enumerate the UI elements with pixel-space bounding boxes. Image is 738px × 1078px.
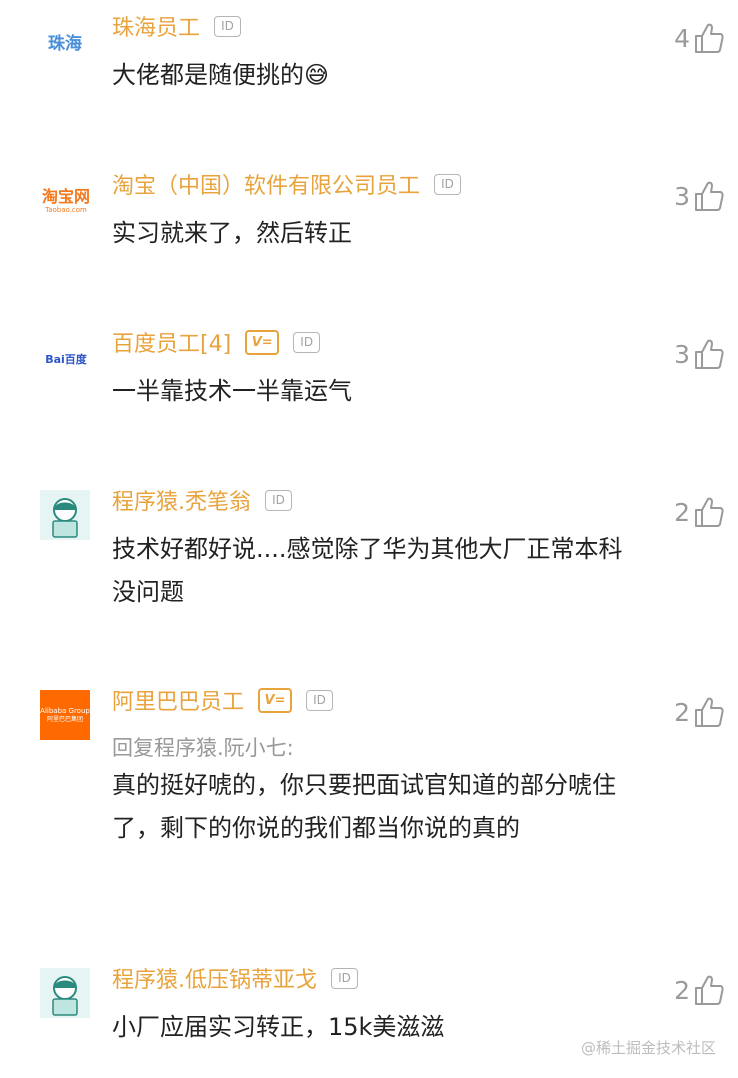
like-button[interactable]: 2 <box>674 492 724 532</box>
comment-content: 真的挺好唬的，你只要把面试官知道的部分唬住了，剩下的你说的我们都当你说的真的 <box>112 771 616 842</box>
comment-item: Bai百度 百度员工[4] V= ID 一半靠技术一半靠运气 3 <box>0 326 738 446</box>
comment-content: 大佬都是随便挑的😅 <box>112 61 330 89</box>
avatar[interactable] <box>40 968 90 1018</box>
avatar[interactable]: Bai百度 <box>38 334 94 384</box>
author-row: 阿里巴巴员工 V= ID <box>112 684 334 716</box>
author-name[interactable]: 淘宝（中国）软件有限公司员工 <box>112 168 420 200</box>
like-button[interactable]: 4 <box>674 18 724 58</box>
author-name[interactable]: 程序猿.秃笔翁 <box>112 484 251 516</box>
comment-item: 珠海 珠海员工 ID 大佬都是随便挑的😅 4 <box>0 10 738 130</box>
avatar[interactable] <box>40 490 90 540</box>
comment-item: 淘宝网 Taobao.com 淘宝（中国）软件有限公司员工 ID 实习就来了，然… <box>0 168 738 288</box>
id-badge: ID <box>265 489 292 511</box>
author-name[interactable]: 程序猿.低压锅蒂亚戈 <box>112 962 317 994</box>
avatar[interactable]: 淘宝网 Taobao.com <box>38 176 94 226</box>
id-badge: ID <box>306 689 334 711</box>
like-button[interactable]: 3 <box>674 176 724 216</box>
like-count: 2 <box>674 697 690 727</box>
comment-item: 程序猿.秃笔翁 ID 技术好都好说....感觉除了华为其他大厂正常本科没问题 2 <box>0 484 738 614</box>
author-name[interactable]: 珠海员工 <box>112 10 200 42</box>
id-badge: ID <box>331 967 358 989</box>
like-button[interactable]: 3 <box>674 334 724 374</box>
like-count: 3 <box>674 339 690 369</box>
watermark: @稀土掘金技术社区 <box>580 1039 716 1057</box>
like-count: 3 <box>674 181 690 211</box>
avatar[interactable]: Alibaba Group 阿里巴巴集团 <box>40 690 90 740</box>
id-badge: ID <box>434 173 462 195</box>
avatar-baidu-logo: Bai百度 <box>45 353 87 366</box>
author-name[interactable]: 阿里巴巴员工 <box>112 684 244 716</box>
programmer-avatar-icon <box>52 976 78 1016</box>
like-count: 2 <box>674 497 690 527</box>
thumbs-up-icon <box>695 181 724 211</box>
verified-badge: V= <box>258 687 293 713</box>
author-row: 珠海员工 ID <box>112 10 242 42</box>
comment-content: 小厂应届实习转正，15k美滋滋 <box>112 1013 445 1041</box>
like-count: 4 <box>674 23 690 53</box>
thumbs-up-icon <box>695 339 724 369</box>
thumbs-up-icon <box>695 697 724 727</box>
author-name[interactable]: 百度员工[4] <box>112 326 231 358</box>
avatar-alibaba-subtext: 阿里巴巴集团 <box>46 715 83 723</box>
like-button[interactable]: 2 <box>674 692 724 732</box>
verified-badge: V= <box>245 329 280 355</box>
comment-content: 一半靠技术一半靠运气 <box>112 377 352 405</box>
avatar-zhuhai-logo: 珠海 <box>48 33 82 54</box>
comment-content: 技术好都好说....感觉除了华为其他大厂正常本科没问题 <box>112 535 623 606</box>
comment-item: Alibaba Group 阿里巴巴集团 阿里巴巴员工 V= ID 回复程序猿.… <box>0 684 738 894</box>
author-row: 百度员工[4] V= ID <box>112 326 321 358</box>
programmer-avatar-icon <box>52 498 78 538</box>
like-count: 2 <box>674 975 690 1005</box>
comment-content: 实习就来了，然后转正 <box>112 219 352 247</box>
author-row: 程序猿.秃笔翁 ID <box>112 484 292 516</box>
thumbs-up-icon <box>695 975 724 1005</box>
author-row: 程序猿.低压锅蒂亚戈 ID <box>112 962 358 994</box>
reply-to-label[interactable]: 回复程序猿.阮小七: <box>112 732 294 762</box>
thumbs-up-icon <box>695 497 724 527</box>
avatar-taobao-subtext: Taobao.com <box>45 205 87 214</box>
thumbs-up-icon <box>695 23 724 53</box>
avatar-alibaba-logo: Alibaba Group <box>40 706 90 715</box>
like-button[interactable]: 2 <box>674 970 724 1010</box>
avatar-taobao-logo: 淘宝网 <box>41 186 90 206</box>
id-badge: ID <box>214 15 242 37</box>
avatar[interactable]: 珠海 <box>40 16 90 66</box>
id-badge: ID <box>293 331 321 353</box>
author-row: 淘宝（中国）软件有限公司员工 ID <box>112 168 462 200</box>
